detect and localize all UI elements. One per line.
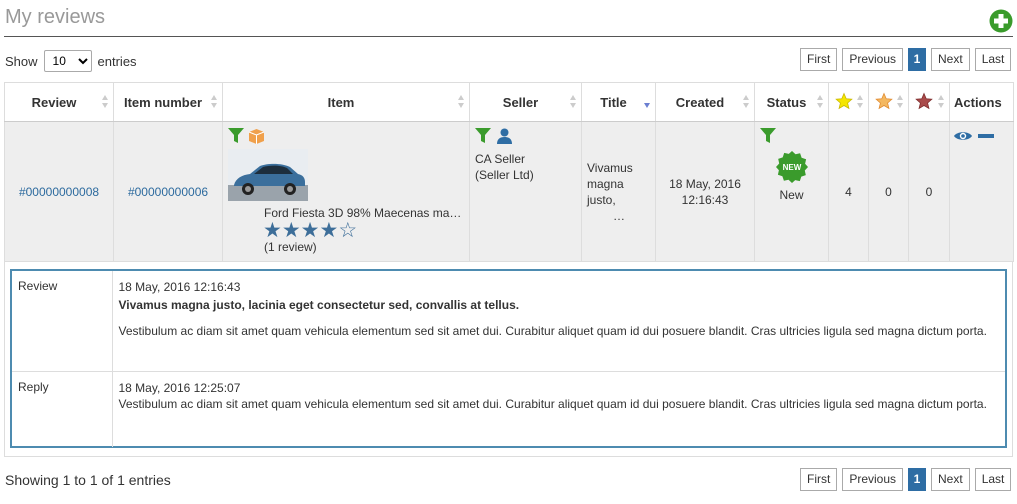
column-header-status[interactable]: Status: [754, 82, 829, 122]
column-header-title[interactable]: Title: [581, 82, 656, 122]
star-orange-icon: [874, 92, 893, 109]
reviews-table: Review Item number Item Seller Title Cre…: [4, 82, 1014, 262]
title-text: justo,: [587, 192, 616, 207]
new-badge-label: NEW: [782, 163, 801, 172]
seller-cell: CA Seller (Seller Ltd): [469, 121, 582, 262]
column-header-seller[interactable]: Seller: [469, 82, 582, 122]
item-rating: ★ ★ ★ ★ ☆: [263, 219, 358, 242]
detail-frame-bottom: [4, 456, 1013, 457]
item-number-cell: #00000000006: [113, 121, 223, 262]
show-label: Show: [5, 53, 38, 69]
star-filled-icon: ★: [281, 219, 301, 242]
seller-name[interactable]: CA Seller: [475, 151, 534, 167]
status-text: New: [779, 188, 804, 202]
first-page-button[interactable]: First: [800, 468, 838, 491]
title-divider: [4, 36, 1013, 37]
previous-page-button[interactable]: Previous: [842, 48, 904, 71]
previous-page-button[interactable]: Previous: [842, 468, 904, 491]
star-filled-icon: ★: [319, 219, 339, 242]
add-icon[interactable]: [989, 9, 1013, 33]
review-id-cell: #00000000008: [4, 121, 114, 262]
star-filled-icon: ★: [263, 219, 282, 242]
created-cell: 18 May, 2016 12:16:43: [655, 121, 755, 262]
page-title: My reviews: [5, 6, 106, 28]
next-page-button[interactable]: Next: [931, 468, 970, 491]
page-length-control: Show 10 entries: [5, 50, 137, 72]
table-info: Showing 1 to 1 of 1 entries: [5, 472, 171, 488]
item-thumbnail[interactable]: [228, 149, 308, 201]
review-id-link[interactable]: #00000000008: [19, 185, 99, 199]
item-number-link[interactable]: #00000000006: [128, 185, 208, 199]
filter-icon[interactable]: [228, 128, 244, 143]
pagination-bottom: First Previous 1 Next Last: [800, 468, 1012, 491]
entries-label: entries: [97, 53, 137, 69]
star-yellow-icon: [834, 92, 853, 109]
last-page-button[interactable]: Last: [974, 48, 1012, 71]
actions-cell: [949, 121, 1014, 262]
column-header-item[interactable]: Item: [222, 82, 470, 122]
last-page-button[interactable]: Last: [974, 468, 1012, 491]
next-page-button[interactable]: Next: [931, 48, 970, 71]
column-header-created[interactable]: Created: [655, 82, 755, 122]
detail-frame-left: [4, 262, 5, 456]
review-title: Vivamus magna justo, lacinia eget consec…: [118, 298, 520, 312]
title-cell: Vivamus magna justo, …: [581, 121, 656, 262]
filter-icon[interactable]: [760, 128, 776, 143]
item-cell: Ford Fiesta 3D 98% Maecenas ma… ★ ★ ★ ★ …: [222, 121, 470, 262]
item-name[interactable]: Ford Fiesta 3D 98% Maecenas ma…: [264, 206, 466, 220]
new-badge-icon: NEW: [775, 151, 808, 183]
review-body: Vestibulum ac diam sit amet quam vehicul…: [118, 324, 987, 338]
star-filled-icon: ★: [300, 219, 320, 242]
current-page-button[interactable]: 1: [908, 48, 927, 71]
seller-company: (Seller Ltd): [475, 168, 534, 182]
created-time: 12:16:43: [681, 192, 729, 207]
pagination-top: First Previous 1 Next Last: [800, 48, 1012, 71]
filter-icon[interactable]: [475, 128, 491, 143]
column-header-item-number[interactable]: Item number: [113, 82, 223, 122]
box-icon[interactable]: [248, 128, 265, 144]
first-page-button[interactable]: First: [800, 48, 838, 71]
reply-body: Vestibulum ac diam sit amet quam vehicul…: [118, 396, 987, 411]
review-label: Review: [12, 271, 113, 371]
title-ellipsis: …: [613, 208, 625, 223]
positive-count-cell: 4: [828, 121, 869, 262]
column-header-positive[interactable]: [828, 82, 869, 122]
detail-frame-right: [1012, 262, 1013, 456]
status-cell: NEW New: [754, 121, 829, 262]
title-text: magna: [587, 176, 624, 191]
page-length-select[interactable]: 10: [43, 50, 92, 72]
review-detail-panel: Review 18 May, 2016 12:16:43 Vivamus mag…: [10, 269, 1007, 448]
column-header-negative[interactable]: [908, 82, 950, 122]
minus-icon[interactable]: [978, 133, 994, 139]
star-empty-icon: ☆: [338, 219, 358, 242]
item-review-count: (1 review): [264, 240, 317, 254]
title-text: Vivamus: [587, 160, 633, 175]
table-row: #00000000008 #00000000006 Ford Fiesta 3D…: [4, 121, 1014, 262]
negative-count-cell: 0: [908, 121, 950, 262]
current-page-button[interactable]: 1: [908, 468, 927, 491]
column-header-actions: Actions: [949, 82, 1014, 122]
column-header-neutral[interactable]: [868, 82, 909, 122]
star-red-icon: [915, 92, 933, 109]
reply-label: Reply: [12, 370, 113, 447]
eye-icon[interactable]: [954, 130, 972, 142]
reply-date: 18 May, 2016 12:25:07: [118, 380, 241, 395]
created-date: 18 May, 2016: [669, 176, 741, 191]
column-header-review[interactable]: Review: [4, 82, 114, 122]
review-date: 18 May, 2016 12:16:43: [118, 280, 241, 294]
neutral-count-cell: 0: [868, 121, 909, 262]
user-icon[interactable]: [497, 128, 512, 144]
